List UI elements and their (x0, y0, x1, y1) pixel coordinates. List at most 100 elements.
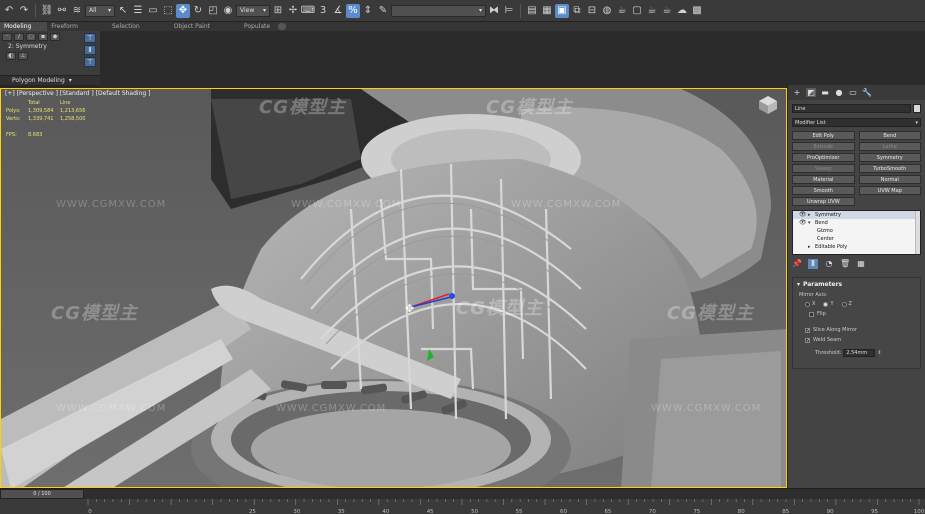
align-icon[interactable]: ⊨ (502, 4, 516, 18)
polygon-level-icon[interactable]: ▪ (38, 33, 48, 41)
stack-item-center[interactable]: Center (793, 235, 920, 243)
render-cloud-icon[interactable]: ☁ (675, 4, 689, 18)
expand-icon[interactable]: ▸ (808, 211, 812, 219)
tab-object-paint[interactable]: Object Paint (170, 22, 240, 31)
modify-mode-icon[interactable]: ◐ (6, 52, 16, 60)
select-and-rotate-icon[interactable]: ↻ (191, 4, 205, 18)
redo-icon[interactable]: ↷ (17, 4, 31, 18)
modifier-button-smooth[interactable]: Smooth (792, 186, 855, 195)
percent-snap-icon[interactable]: % (346, 3, 360, 18)
edge-level-icon[interactable]: ∕ (14, 33, 24, 41)
slice-along-mirror-checkbox[interactable]: ✓ Slice Along Mirror (805, 327, 916, 333)
bind-spacewarp-icon[interactable]: ≋ (70, 4, 84, 18)
tab-modeling[interactable]: Modeling (0, 22, 48, 31)
material-editor-icon[interactable]: ◍ (600, 4, 614, 18)
configure-modifier-sets-icon[interactable]: ▦ (856, 259, 866, 269)
select-manipulate-icon[interactable]: ✢ (286, 4, 300, 18)
object-name-field[interactable]: Line (792, 104, 911, 113)
rendered-frame-icon[interactable]: ▢ (630, 4, 644, 18)
stack-item-symmetry[interactable]: 👁 ▸ Symmetry (793, 211, 920, 219)
unlink-icon[interactable]: ⚯ (55, 4, 69, 18)
spinner-snap-icon[interactable]: ⇕ (361, 4, 375, 18)
stack-item-bend[interactable]: 👁 ▾ Bend (793, 219, 920, 227)
tab-selection[interactable]: Selection (108, 22, 170, 31)
time-slider[interactable]: 0 / 100 (0, 489, 84, 499)
hierarchy-tab-icon[interactable]: ▬ (820, 88, 830, 97)
stack-item-gizmo[interactable]: Gizmo (793, 227, 920, 235)
ribbon-minimize-toggle[interactable] (278, 23, 287, 30)
snaps-toggle-icon[interactable]: 3 (316, 4, 330, 18)
modifier-button-lathe[interactable]: Lathe (858, 142, 921, 151)
threshold-spinner[interactable]: 2.54mm (843, 349, 876, 357)
scene-explorer-icon[interactable]: ▤ (525, 4, 539, 18)
select-and-scale-icon[interactable]: ◰ (206, 4, 220, 18)
timeline-ruler[interactable]: 0 25 30 35 40 45 50 55 60 65 70 75 80 85 90 95 100 (84, 489, 925, 514)
show-end-result-icon[interactable]: ⊤ (84, 33, 96, 43)
axis-x-radio[interactable]: X (805, 301, 815, 307)
weld-seam-checkbox[interactable]: ✓ Weld Seam (805, 337, 916, 343)
modify-tab-icon[interactable]: ◩ (806, 88, 816, 97)
pin-stack-icon[interactable]: 📌 (792, 259, 802, 269)
collapse-icon[interactable]: ▾ (808, 219, 812, 227)
create-tab-icon[interactable]: + (792, 88, 802, 97)
link-icon[interactable]: ⛓ (40, 4, 54, 18)
pin-stack-icon[interactable]: ⊥ (18, 52, 28, 60)
axis-y-radio[interactable]: Y (823, 301, 834, 307)
eye-icon[interactable]: 👁 (799, 219, 807, 227)
modifier-button-material[interactable]: Material (792, 175, 855, 184)
render-production-icon[interactable]: ☕ (645, 4, 659, 18)
show-end-result-icon[interactable]: Ⅱ (808, 259, 818, 269)
stack-item-editable-poly[interactable]: ▸ Editable Poly (793, 243, 920, 251)
modifier-button-uvw-map[interactable]: UVW Map (858, 186, 921, 195)
layer-explorer-icon[interactable]: ▦ (540, 4, 554, 18)
render-setup-icon[interactable]: ☕ (615, 4, 629, 18)
make-unique-icon[interactable]: ◔ (824, 259, 834, 269)
select-by-name-icon[interactable]: ☰ (131, 4, 145, 18)
undo-icon[interactable]: ↶ (2, 4, 16, 18)
modifier-button-unwrap-uvw[interactable]: Unwrap UVW (792, 197, 855, 206)
utilities-tab-icon[interactable]: 🔧 (862, 88, 872, 97)
modifier-button-symmetry[interactable]: Symmetry (858, 153, 921, 162)
viewport-label[interactable]: [+] [Perspective ] [Standard ] [Default … (5, 90, 150, 97)
remove-modifier-icon[interactable]: 🗑 (840, 259, 850, 269)
pivot-center-icon[interactable]: ⊞ (271, 4, 285, 18)
eye-icon[interactable]: 👁 (799, 211, 807, 219)
window-crossing-icon[interactable]: ⬚ (161, 4, 175, 18)
rect-selection-icon[interactable]: ▭ (146, 4, 160, 18)
collapse-stack-icon[interactable]: Ⅱ (84, 45, 96, 55)
rollout-header[interactable]: ▾ Parameters (797, 281, 916, 288)
stack-scrollbar[interactable] (915, 211, 920, 254)
modifier-button-normal[interactable]: Normal (858, 175, 921, 184)
tab-populate[interactable]: Populate (240, 22, 276, 31)
selection-filter-dropdown[interactable]: All ▾ (85, 4, 115, 17)
display-tab-icon[interactable]: ▭ (848, 88, 858, 97)
edit-named-sel-icon[interactable]: ✎ (376, 4, 390, 18)
keyboard-shortcut-icon[interactable]: ⌨ (301, 4, 315, 18)
render-iterative-icon[interactable]: ☕ (660, 4, 674, 18)
modifier-button-prooptimizer[interactable]: ProOptimizer (792, 153, 855, 162)
object-color-swatch[interactable] (913, 104, 921, 113)
element-level-icon[interactable]: ◆ (50, 33, 60, 41)
select-and-move-icon[interactable]: ✥ (176, 3, 190, 18)
modifier-button-edit-poly[interactable]: Edit Poly (792, 131, 855, 140)
curve-editor-icon[interactable]: ⧉ (570, 4, 584, 18)
angle-snap-icon[interactable]: ∡ (331, 4, 345, 18)
axis-z-radio[interactable]: Z (841, 301, 852, 307)
select-object-icon[interactable]: ↖ (116, 4, 130, 18)
border-level-icon[interactable]: ◌ (26, 33, 36, 41)
viewcube-icon[interactable] (758, 95, 778, 115)
toggle-ribbon-icon[interactable]: ▣ (555, 3, 569, 18)
perspective-viewport[interactable]: ✥ [+] [Perspective ] [Standard ] [Defaul… (0, 88, 787, 488)
schematic-view-icon[interactable]: ⊟ (585, 4, 599, 18)
reference-coord-dropdown[interactable]: View ▾ (236, 4, 270, 17)
a360-gallery-icon[interactable]: ▩ (690, 4, 704, 18)
modifier-button-bend[interactable]: Bend (858, 131, 921, 140)
modifier-button-extrude[interactable]: Extrude (792, 142, 855, 151)
tab-freeform[interactable]: Freeform (47, 22, 108, 31)
expand-icon[interactable]: ▸ (808, 243, 812, 251)
modifier-button-turbosmooth[interactable]: TurboSmooth (858, 164, 921, 173)
motion-tab-icon[interactable]: ● (834, 88, 844, 97)
spinner-arrows-icon[interactable]: ⇕ (877, 350, 881, 356)
vertex-level-icon[interactable]: · (2, 33, 12, 41)
select-and-place-icon[interactable]: ◉ (221, 4, 235, 18)
